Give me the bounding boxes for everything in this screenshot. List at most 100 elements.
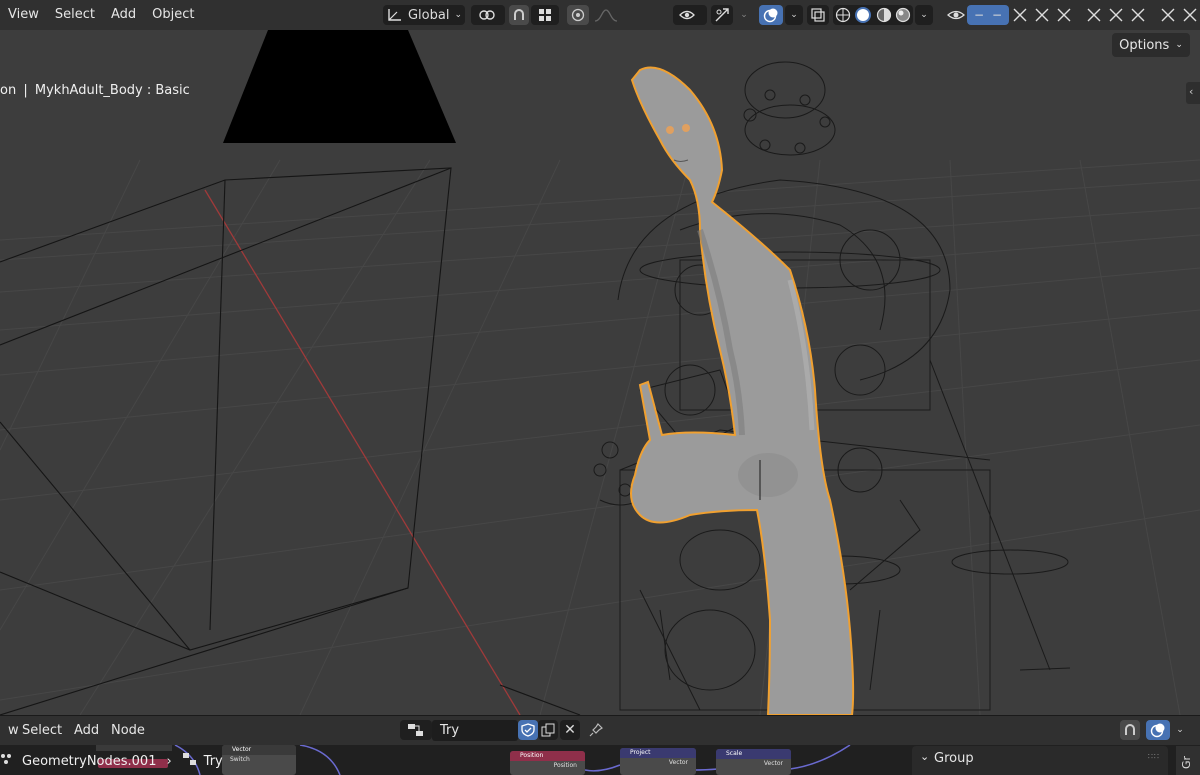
node-overlays-toggle[interactable] bbox=[1146, 720, 1170, 740]
object-label: MykhAdult_Body : Basic bbox=[34, 83, 190, 98]
pivot-icon bbox=[477, 8, 499, 22]
drag-handle-icon[interactable]: ∷∷ bbox=[1148, 752, 1160, 761]
restrict-toggle-icon[interactable] bbox=[1011, 6, 1029, 24]
node-socket-label: Position bbox=[553, 762, 577, 769]
snap-toggle[interactable] bbox=[509, 5, 529, 25]
pin-icon bbox=[589, 723, 603, 737]
restrict-toggle-icon[interactable] bbox=[1129, 6, 1147, 24]
object-visibility-dropdown[interactable] bbox=[673, 5, 707, 25]
menu-select[interactable]: Select bbox=[14, 716, 70, 746]
minus-icon: − bbox=[973, 8, 984, 22]
magnet-icon bbox=[1123, 723, 1137, 737]
node-position[interactable]: Position Position bbox=[510, 751, 585, 775]
chevron-down-icon: ⌄ bbox=[1175, 40, 1183, 50]
mode-label-prefix: on bbox=[0, 83, 17, 98]
node-frame bbox=[96, 745, 172, 751]
overlays-dropdown[interactable]: ⌄ bbox=[785, 5, 803, 25]
node-socket-label: Switch bbox=[230, 756, 250, 763]
modifier-icon bbox=[0, 752, 16, 770]
visibility-toggle[interactable] bbox=[945, 5, 967, 25]
restrict-toggle-icon[interactable] bbox=[1055, 6, 1073, 24]
solid-shading-icon[interactable] bbox=[854, 6, 872, 24]
xray-toggle[interactable] bbox=[807, 5, 829, 25]
pivot-point-dropdown[interactable] bbox=[471, 5, 505, 25]
transform-orientation-label: Global bbox=[407, 7, 450, 23]
overlays-toggle[interactable] bbox=[759, 5, 783, 25]
visibility-eye-icon bbox=[679, 8, 701, 22]
restrict-toggle-icon[interactable] bbox=[1085, 6, 1103, 24]
node-title: Scale bbox=[716, 749, 791, 759]
shading-dropdown[interactable]: ⌄ bbox=[915, 5, 933, 25]
magnet-icon bbox=[512, 8, 526, 22]
node-scale[interactable]: Scale Vector bbox=[716, 749, 791, 775]
duplicate-icon bbox=[541, 723, 555, 737]
sidebar-toggle[interactable]: ‹ bbox=[1186, 82, 1200, 104]
gizmo-dropdown[interactable]: ⌄ bbox=[735, 5, 753, 25]
restrict-toggle-icon[interactable] bbox=[1159, 6, 1177, 24]
proportional-falloff-dropdown[interactable] bbox=[591, 5, 621, 25]
breadcrumb-tree[interactable]: Try bbox=[204, 754, 223, 769]
pin-toggle[interactable] bbox=[586, 720, 606, 740]
chevron-down-icon: ⌄ bbox=[1176, 725, 1184, 735]
camera-frustum-shape bbox=[223, 30, 456, 143]
options-dropdown[interactable]: Options ⌄ bbox=[1112, 33, 1190, 57]
node-snap-toggle[interactable] bbox=[1120, 720, 1140, 740]
restrict-toggle-icon[interactable] bbox=[1181, 6, 1199, 24]
rendered-shading-icon[interactable] bbox=[895, 7, 911, 23]
node-tree-name-field[interactable]: Try bbox=[432, 720, 518, 741]
menu-object[interactable]: Object bbox=[144, 0, 202, 30]
chevron-down-icon: ⌄ bbox=[920, 10, 928, 20]
viewport-object-info: on | MykhAdult_Body : Basic bbox=[0, 83, 190, 98]
sidebar-tab-strip: Gr bbox=[1176, 746, 1200, 775]
chevron-left-icon: ‹ bbox=[1189, 85, 1194, 98]
separator: | bbox=[23, 83, 28, 98]
eye-icon bbox=[947, 9, 965, 21]
node-tree-icon bbox=[407, 723, 425, 737]
overlays-icon bbox=[1150, 722, 1166, 738]
gizmo-toggle[interactable] bbox=[711, 5, 733, 25]
chevron-down-icon: ⌄ bbox=[790, 10, 798, 20]
shading-mode-group bbox=[833, 5, 913, 25]
close-icon: ✕ bbox=[564, 722, 576, 738]
snap-target-dropdown[interactable] bbox=[531, 5, 559, 25]
chevron-right-icon: › bbox=[166, 753, 172, 769]
floor-grid bbox=[0, 159, 1200, 715]
duplicate-tree-button[interactable] bbox=[538, 720, 558, 740]
transform-orientation-dropdown[interactable]: Global ⌄ bbox=[383, 5, 465, 25]
node-socket-label: Vector bbox=[763, 760, 783, 767]
wireframe-object bbox=[0, 167, 581, 715]
node-title: Position bbox=[510, 751, 585, 761]
chevron-down-icon: ⌄ bbox=[454, 10, 463, 20]
menu-add[interactable]: Add bbox=[103, 0, 144, 30]
options-label: Options bbox=[1119, 37, 1170, 53]
node-vector-switch[interactable]: Vector Switch bbox=[222, 745, 296, 775]
falloff-curve-icon bbox=[594, 8, 618, 22]
minus-icon: − bbox=[992, 8, 1003, 22]
menu-select[interactable]: Select bbox=[47, 0, 103, 30]
node-tree-browse-dropdown[interactable] bbox=[400, 720, 432, 740]
menu-view[interactable]: View bbox=[0, 0, 47, 30]
sidebar-tab-group[interactable]: Gr bbox=[1180, 756, 1193, 769]
menu-node[interactable]: Node bbox=[103, 716, 153, 746]
restrict-toggle-icon[interactable] bbox=[1107, 6, 1125, 24]
node-title: Vector bbox=[222, 745, 296, 755]
breadcrumb-modifier[interactable]: GeometryNodes.001 bbox=[22, 754, 156, 769]
menu-add[interactable]: Add bbox=[66, 716, 107, 746]
node-overlays-dropdown[interactable]: ⌄ bbox=[1172, 720, 1188, 740]
3d-viewport[interactable]: on | MykhAdult_Body : Basic Options ⌄ ‹ bbox=[0, 30, 1200, 715]
viewport-scene bbox=[0, 30, 1200, 715]
unlink-tree-button[interactable]: ✕ bbox=[560, 720, 580, 740]
material-shading-icon[interactable] bbox=[876, 7, 892, 23]
xray-icon bbox=[811, 8, 825, 22]
gizmo-icon bbox=[714, 7, 730, 23]
node-socket-label: Vector bbox=[668, 759, 688, 766]
fake-user-toggle[interactable] bbox=[518, 720, 538, 740]
wireframe-shading-icon[interactable] bbox=[835, 7, 851, 23]
restrict-toggle-icon[interactable] bbox=[1033, 6, 1051, 24]
chevron-down-icon[interactable]: ⌄ bbox=[920, 750, 929, 763]
collection-toggle-group[interactable]: − − bbox=[967, 5, 1009, 25]
node-project[interactable]: Project Vector bbox=[620, 748, 696, 775]
proportional-edit-toggle[interactable] bbox=[567, 5, 589, 25]
group-panel-title[interactable]: Group bbox=[934, 751, 974, 766]
node-tree-icon bbox=[182, 752, 198, 770]
